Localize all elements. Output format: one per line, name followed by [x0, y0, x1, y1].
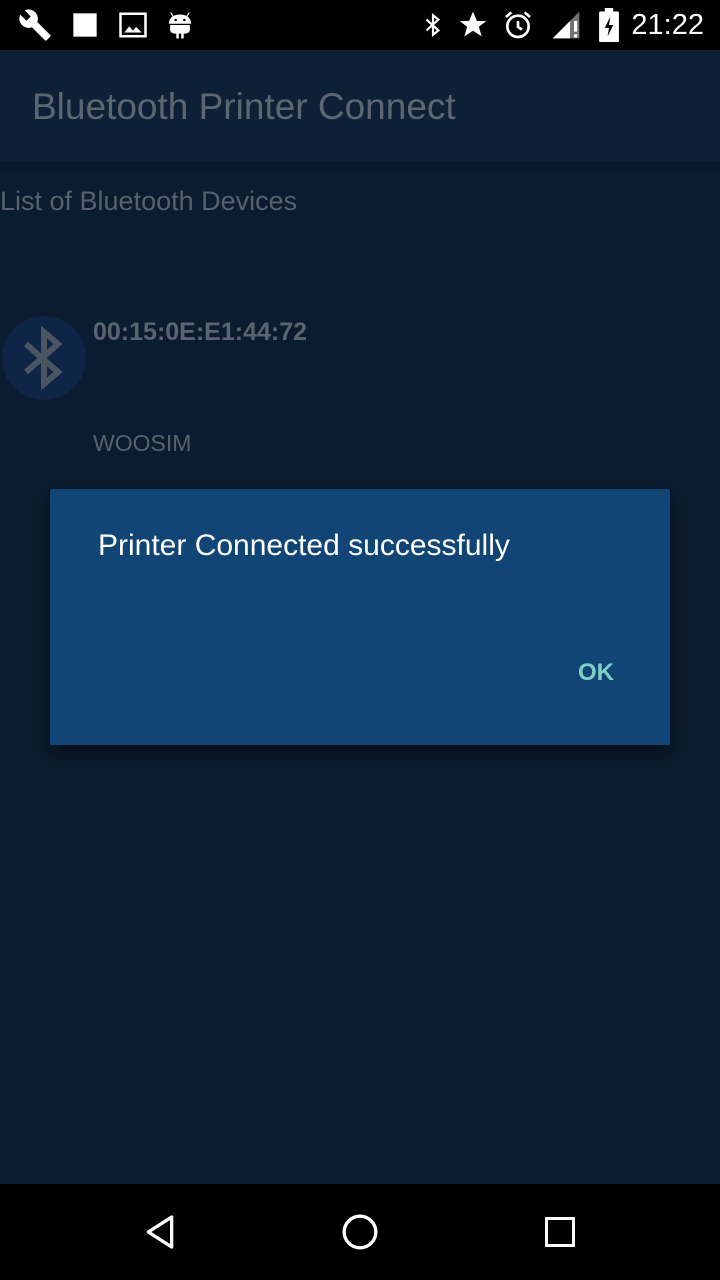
device-list-item[interactable]: 00:15:0E:E1:44:72 WOOSIM	[0, 312, 720, 462]
recents-icon[interactable]	[536, 1208, 584, 1256]
ok-button[interactable]: OK	[572, 655, 620, 691]
connection-success-dialog: Printer Connected successfully OK	[50, 489, 670, 745]
alarm-icon	[501, 8, 535, 42]
navigation-bar	[0, 1184, 720, 1280]
image-icon	[116, 8, 150, 42]
device-address: 00:15:0E:E1:44:72	[93, 318, 308, 346]
signal-icon	[549, 8, 583, 42]
status-clock: 21:22	[631, 9, 704, 41]
battery-charging-icon	[592, 8, 626, 42]
device-list-header: List of Bluetooth Devices	[0, 186, 298, 216]
dialog-message: Printer Connected successfully	[98, 529, 510, 562]
android-icon	[163, 8, 197, 42]
home-icon[interactable]	[336, 1208, 384, 1256]
app-bar: Bluetooth Printer Connect	[0, 50, 720, 162]
status-bar: 21:22	[0, 0, 720, 50]
device-name: WOOSIM	[93, 430, 192, 456]
back-icon[interactable]	[136, 1208, 184, 1256]
bluetooth-icon	[2, 316, 86, 400]
app-title: Bluetooth Printer Connect	[32, 86, 456, 127]
bluetooth-icon	[416, 8, 450, 42]
screen: 21:22 Bluetooth Printer Connect List of …	[0, 0, 720, 1280]
wrench-icon	[18, 8, 52, 42]
square-notification-icon	[68, 8, 102, 42]
star-icon	[456, 8, 490, 42]
